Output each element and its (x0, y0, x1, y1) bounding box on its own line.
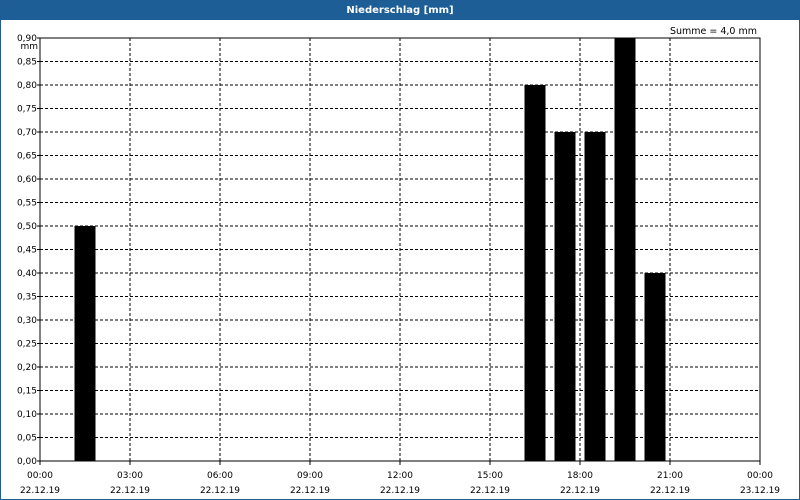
y-tick-label: 0,85 (17, 58, 37, 68)
x-tick-date: 22.12.19 (560, 486, 600, 496)
x-tick-time: 15:00 (477, 471, 503, 481)
y-tick-label: 0,15 (17, 387, 37, 397)
x-tick-date: 22.12.19 (380, 486, 420, 496)
y-tick-label: 0,00 (17, 457, 37, 467)
precipitation-bar (644, 273, 666, 461)
y-tick-label: 0,50 (17, 222, 37, 232)
precipitation-bar (614, 38, 636, 461)
y-tick-label: 0,10 (17, 410, 37, 420)
x-tick-date: 22.12.19 (290, 486, 330, 496)
y-tick-label: 0,80 (17, 81, 37, 91)
y-tick-label: 0,60 (17, 175, 37, 185)
precipitation-bar (584, 132, 606, 461)
y-tick-label: 0,75 (17, 105, 37, 115)
x-tick-time: 00:00 (747, 471, 773, 481)
x-tick-time: 03:00 (117, 471, 143, 481)
y-tick-label: 0,55 (17, 199, 37, 209)
y-tick-label: 0,30 (17, 316, 37, 326)
x-tick-time: 09:00 (297, 471, 323, 481)
y-tick-label: 0,45 (17, 246, 37, 256)
y-tick-label: 0,70 (17, 128, 37, 138)
x-tick-time: 21:00 (657, 471, 683, 481)
y-tick-label: 0,35 (17, 293, 37, 303)
x-tick-time: 06:00 (207, 471, 233, 481)
x-tick-date: 22.12.19 (20, 486, 60, 496)
x-tick-date: 22.12.19 (650, 486, 690, 496)
precipitation-bar (74, 226, 96, 461)
x-tick-date: 22.12.19 (110, 486, 150, 496)
precipitation-bar (554, 132, 576, 461)
y-tick-label: 0,20 (17, 363, 37, 373)
x-tick-time: 18:00 (567, 471, 593, 481)
y-axis-unit: mm (20, 42, 38, 52)
y-tick-label: 0,40 (17, 269, 37, 279)
chart-window: Niederschlag [mm] Summe = 4,0 mm 0,00 0,0… (0, 0, 800, 500)
x-tick-date: 22.12.19 (200, 486, 240, 496)
y-tick-label: 0,25 (17, 340, 37, 350)
x-tick-date: 23.12.19 (740, 486, 780, 496)
y-tick-label: 0,65 (17, 152, 37, 162)
y-tick-label: 0,05 (17, 434, 37, 444)
x-tick-time: 00:00 (27, 471, 53, 481)
x-tick-time: 12:00 (387, 471, 413, 481)
precipitation-chart: 0,00 0,05 0,10 0,15 0,20 0,25 0,30 0,35 0,40 0,45… (17, 34, 780, 496)
precipitation-bar (524, 85, 546, 461)
x-tick-date: 22.12.19 (470, 486, 510, 496)
